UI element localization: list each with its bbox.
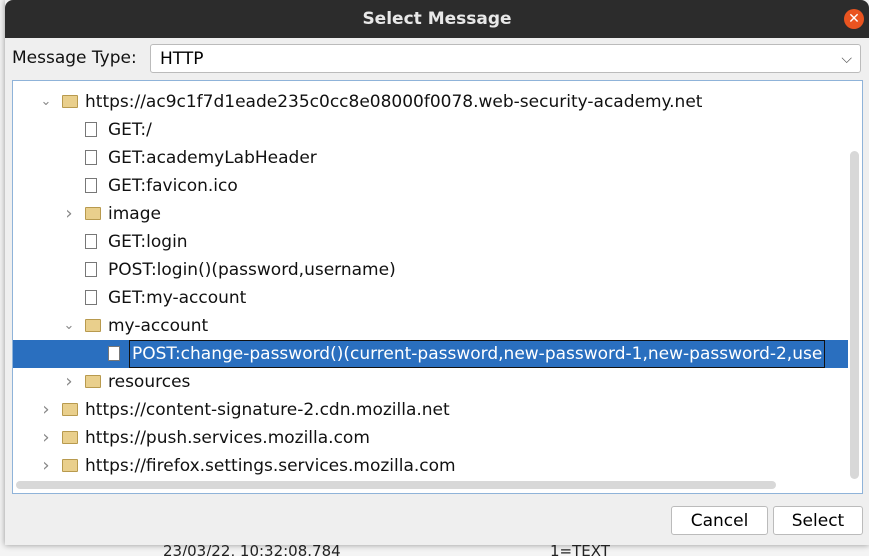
file-icon: [85, 234, 97, 249]
file-icon: [85, 150, 97, 165]
message-type-label: Message Type:: [12, 48, 137, 68]
select-button[interactable]: Select: [773, 506, 863, 535]
tree-node[interactable]: GET:/: [13, 116, 848, 144]
tree-node-label: GET:login: [108, 232, 188, 252]
close-button[interactable]: ✕: [844, 9, 864, 29]
horizontal-scrollbar[interactable]: [16, 481, 776, 489]
folder-icon: [62, 95, 78, 108]
tree-node-label: https://push.services.mozilla.com: [85, 428, 370, 448]
background-type: 1=TEXT: [550, 545, 610, 556]
cancel-button[interactable]: Cancel: [671, 506, 768, 535]
tree-node-label: GET:favicon.ico: [108, 176, 238, 196]
tree-node-label: POST:change-password()(current-password,…: [128, 340, 826, 368]
tree-node-label: https://content-signature-2.cdn.mozilla.…: [85, 400, 450, 420]
tree-node[interactable]: POST:login()(password,username): [13, 256, 848, 284]
chevron-down-icon: ⌵: [841, 51, 852, 67]
expand-chevron-icon[interactable]: ›: [39, 396, 53, 424]
file-icon: [85, 178, 97, 193]
tree-node-label: https://firefox.settings.services.mozill…: [85, 456, 456, 476]
tree-node[interactable]: GET:login: [13, 228, 848, 256]
tree-node[interactable]: ⌄ https://ac9c1f7d1eade235c0cc8e08000f007…: [13, 88, 848, 116]
folder-icon: [85, 207, 101, 220]
dialog-title: Select Message: [5, 0, 869, 38]
expand-chevron-icon[interactable]: ›: [62, 368, 76, 396]
vertical-scrollbar[interactable]: [850, 151, 859, 479]
tree-node[interactable]: › https://content-signature-2.cdn.mozilla…: [13, 396, 848, 424]
collapse-chevron-icon[interactable]: ⌄: [39, 88, 53, 116]
folder-icon: [85, 375, 101, 388]
tree-node[interactable]: › image: [13, 200, 848, 228]
background-timestamp: 23/03/22, 10:32:08.784: [163, 545, 341, 556]
expand-chevron-icon[interactable]: ›: [39, 424, 53, 452]
folder-icon: [62, 403, 78, 416]
tree-node[interactable]: › https://firefox.settings.services.mozil…: [13, 452, 848, 480]
file-icon: [85, 262, 97, 277]
tree-node-label: POST:login()(password,username): [108, 260, 396, 280]
expand-chevron-icon[interactable]: ›: [62, 200, 76, 228]
collapse-chevron-icon[interactable]: ⌄: [62, 312, 76, 340]
tree-node-label: resources: [108, 372, 191, 392]
tree-node[interactable]: GET:my-account: [13, 284, 848, 312]
tree-node-label: my-account: [108, 316, 209, 336]
file-icon: [108, 346, 120, 361]
background-log-row: 23/03/22, 10:32:08.784 1=TEXT: [0, 545, 869, 556]
message-type-value: HTTP: [160, 49, 204, 69]
tree-node-label: GET:academyLabHeader: [108, 148, 317, 168]
tree-node-label: GET:/: [108, 120, 152, 140]
message-type-select[interactable]: HTTP ⌵: [150, 44, 861, 73]
tree-node[interactable]: › resources: [13, 368, 848, 396]
folder-icon: [62, 459, 78, 472]
expand-chevron-icon[interactable]: ›: [39, 452, 53, 480]
folder-icon: [62, 431, 78, 444]
tree-node[interactable]: › https://push.services.mozilla.com: [13, 424, 848, 452]
tree-node[interactable]: POST:change-password()(current-password,…: [13, 340, 848, 368]
folder-icon: [85, 319, 101, 332]
tree-node-label: https://ac9c1f7d1eade235c0cc8e08000f0078…: [85, 92, 703, 112]
message-tree[interactable]: › https://firefox.settings.services.mozil…: [12, 80, 863, 494]
file-icon: [85, 122, 97, 137]
tree-node-label: GET:my-account: [108, 288, 247, 308]
select-message-dialog: Select Message ✕ Message Type: HTTP ⌵ › h…: [5, 0, 869, 545]
tree-node[interactable]: GET:academyLabHeader: [13, 144, 848, 172]
tree-node-label: image: [108, 204, 161, 224]
tree-node[interactable]: ⌄ my-account: [13, 312, 848, 340]
file-icon: [85, 290, 97, 305]
tree-node[interactable]: GET:favicon.ico: [13, 172, 848, 200]
